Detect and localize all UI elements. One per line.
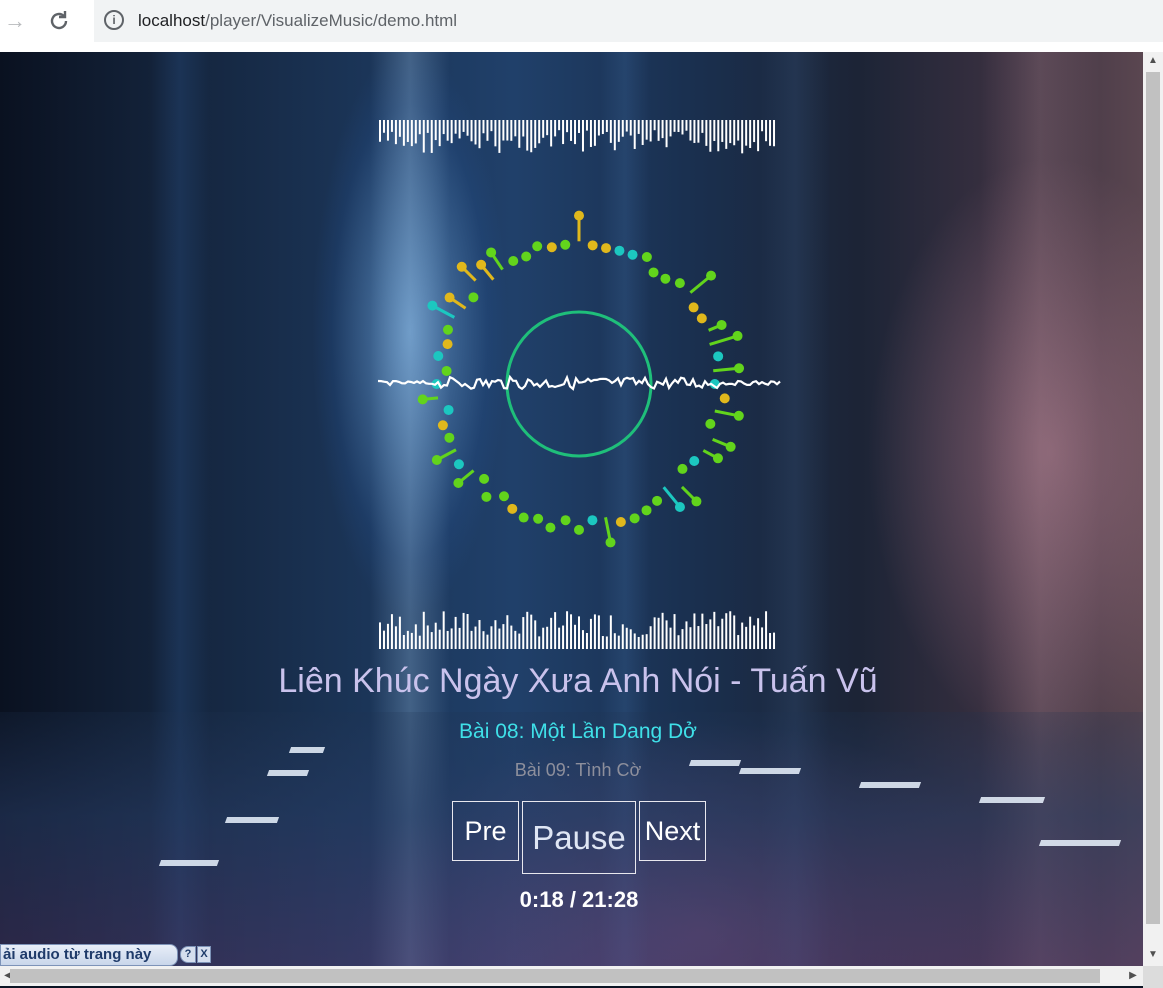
- spectrum-dot: [719, 393, 730, 404]
- spectrum-dot: [546, 242, 557, 253]
- bottom-spectrum-bars: [379, 611, 776, 649]
- spectrum-dot: [499, 491, 510, 502]
- spectrum-dot: [733, 410, 744, 421]
- spectrum-dot: [444, 432, 455, 443]
- spectrum-dot: [587, 515, 598, 526]
- prev-button[interactable]: Pre: [452, 801, 519, 861]
- next-button[interactable]: Next: [639, 801, 706, 861]
- info-icon[interactable]: i: [104, 10, 124, 30]
- scroll-down-icon[interactable]: ▼: [1143, 946, 1163, 964]
- page-viewport: Liên Khúc Ngày Xưa Anh Nói - Tuấn Vũ Bài…: [0, 52, 1143, 966]
- spectrum-dot: [706, 270, 717, 281]
- spectrum-dot: [627, 249, 638, 260]
- spectrum-dot: [486, 247, 497, 258]
- spectrum-dot: [437, 420, 448, 431]
- spectrum-dot: [453, 459, 464, 470]
- address-bar[interactable]: i localhost/player/VisualizeMusic/demo.h…: [94, 0, 1163, 42]
- spectrum-dot: [444, 292, 455, 303]
- song-title: Liên Khúc Ngày Xưa Anh Nói - Tuấn Vũ: [278, 662, 878, 700]
- spectrum-dot: [725, 441, 736, 452]
- spectrum-dot: [560, 239, 571, 250]
- url-text: localhost/player/VisualizeMusic/demo.htm…: [138, 11, 458, 30]
- vertical-scroll-thumb[interactable]: [1146, 72, 1160, 924]
- spectrum-dot: [521, 251, 532, 262]
- spectrum-dot: [652, 495, 663, 506]
- spectrum-dot: [641, 505, 652, 516]
- spectrum-dot: [601, 243, 612, 254]
- spectrum-dot: [507, 503, 518, 514]
- spectrum-dot: [587, 240, 598, 251]
- spectrum-dot: [479, 473, 490, 484]
- spectrum-dot: [533, 513, 544, 524]
- top-spectrum-bars: [379, 120, 776, 154]
- spectrum-dot: [705, 418, 716, 429]
- spectrum-dot: [545, 522, 556, 533]
- spectrum-dot: [691, 496, 702, 507]
- spectrum-dot: [481, 491, 492, 502]
- spectrum-dot: [560, 515, 571, 526]
- horizontal-scrollbar[interactable]: ◀ ▶: [0, 966, 1143, 986]
- scrollbar-corner: [1143, 966, 1163, 988]
- spectrum-dot: [431, 454, 442, 465]
- spectrum-dot: [677, 463, 688, 474]
- horizontal-scroll-thumb[interactable]: [10, 969, 1100, 983]
- spectrum-dot: [456, 261, 467, 272]
- spectrum-dot: [696, 313, 707, 324]
- spectrum-dot: [427, 300, 438, 311]
- spectrum-dot: [689, 456, 700, 467]
- center-ring: [505, 310, 653, 458]
- spectrum-dot: [532, 241, 543, 252]
- spectrum-dot: [453, 477, 464, 488]
- spectrum-dot: [614, 245, 625, 256]
- spectrum-dot: [629, 513, 640, 524]
- current-track[interactable]: Bài 08: Một Lần Dang Dở: [0, 720, 1143, 744]
- spectrum-dot: [674, 278, 685, 289]
- forward-arrow-icon[interactable]: →: [0, 6, 30, 36]
- spectrum-dot: [443, 404, 454, 415]
- download-audio-bar[interactable]: ải audio từ trang này: [0, 944, 178, 966]
- help-icon[interactable]: ?: [180, 946, 196, 963]
- spectrum-dot: [688, 302, 699, 313]
- spectrum-dot: [712, 453, 723, 464]
- spectrum-dot: [417, 394, 428, 405]
- spectrum-dot: [442, 339, 453, 350]
- playback-time: 0:18 / 21:28: [519, 887, 639, 912]
- close-icon[interactable]: X: [197, 946, 211, 963]
- spectrum-dot: [574, 524, 584, 535]
- pause-button[interactable]: Pause: [522, 801, 636, 874]
- spectrum-dot: [441, 365, 452, 376]
- spectrum-dot: [713, 351, 724, 362]
- spectrum-dot: [734, 363, 745, 374]
- spectrum-dot: [615, 517, 626, 528]
- spectrum-dot: [442, 324, 453, 335]
- spectrum-dot: [641, 251, 652, 262]
- reload-icon[interactable]: [44, 6, 74, 36]
- next-track[interactable]: Bài 09: Tình Cờ: [0, 760, 1143, 781]
- spectrum-dot: [716, 319, 727, 330]
- spectrum-dot: [476, 259, 487, 270]
- scroll-up-icon[interactable]: ▲: [1143, 52, 1163, 70]
- vertical-scrollbar[interactable]: ▲ ▼: [1143, 52, 1163, 966]
- spectrum-dot: [508, 256, 519, 267]
- spectrum-dot: [660, 273, 671, 284]
- spectrum-dot: [648, 267, 659, 278]
- scroll-right-icon[interactable]: ▶: [1125, 966, 1141, 986]
- spectrum-dot: [732, 330, 743, 341]
- spectrum-dot: [433, 351, 444, 362]
- spectrum-dot: [674, 501, 685, 512]
- spectrum-dot: [574, 210, 584, 221]
- spectrum-dot: [518, 512, 529, 523]
- spectrum-dot: [605, 537, 616, 548]
- spectrum-dot: [468, 292, 479, 303]
- browser-toolbar: → i localhost/player/VisualizeMusic/demo…: [0, 0, 1163, 52]
- circular-spectrum: [417, 210, 745, 548]
